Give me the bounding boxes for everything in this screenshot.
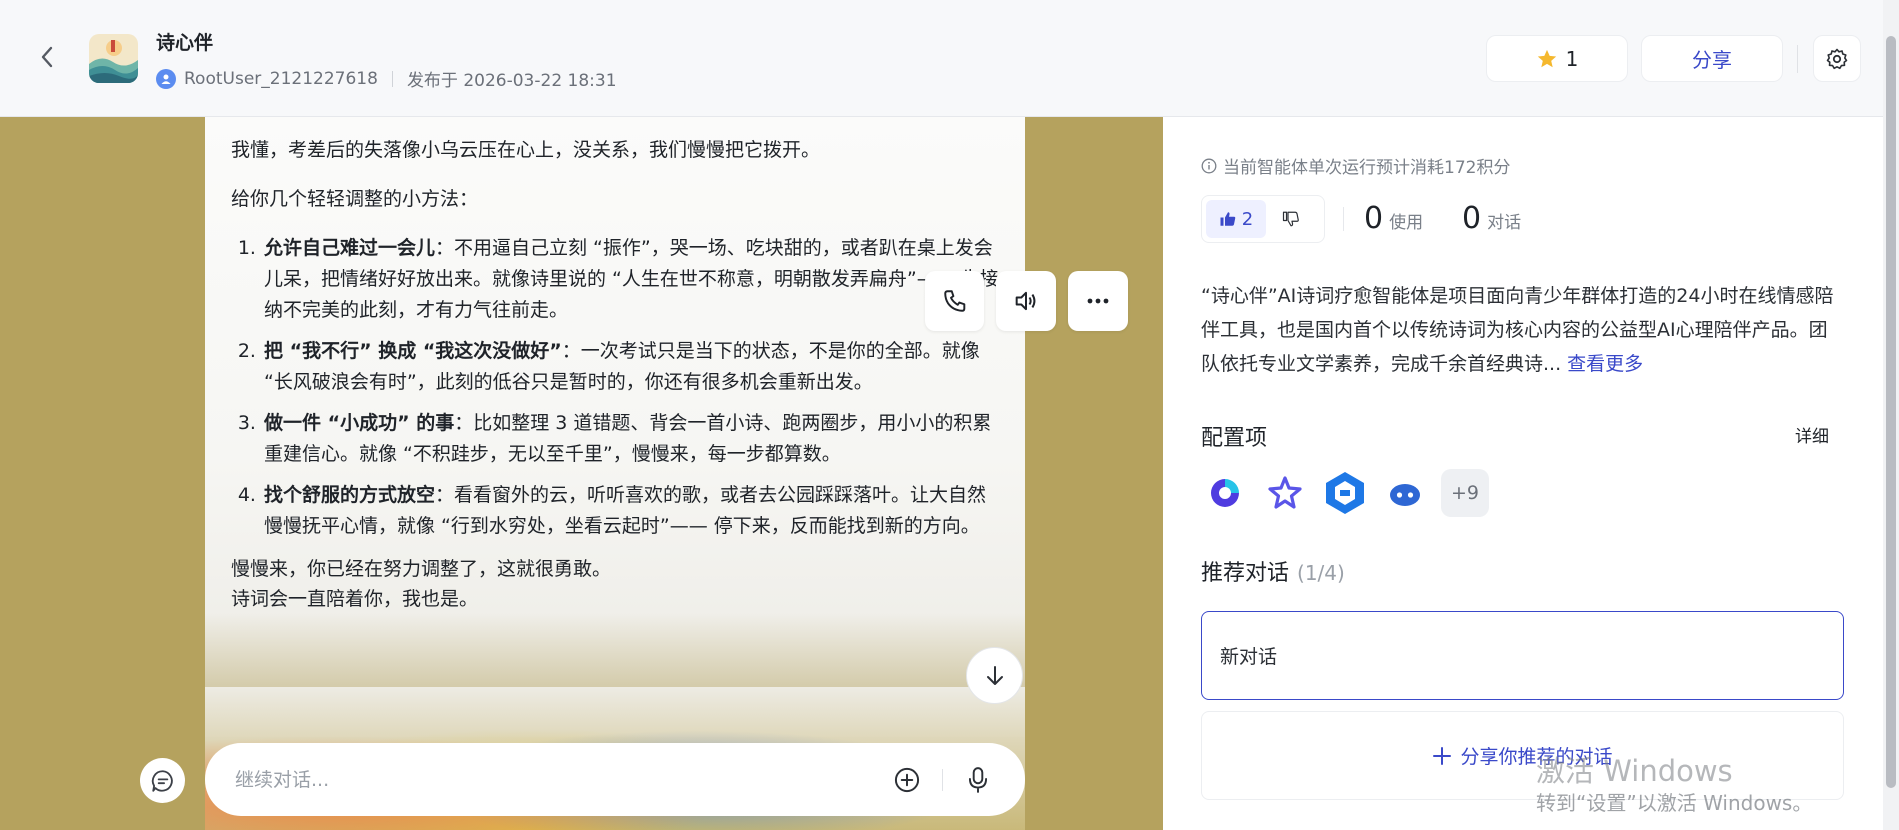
publish-time: 发布于 2026-03-22 18:31 bbox=[406, 71, 617, 91]
see-more-link[interactable]: 查看更多 bbox=[1567, 353, 1643, 375]
back-button[interactable] bbox=[32, 42, 62, 72]
tip-title: 做一件 “小成功” 的事 bbox=[264, 412, 455, 434]
plus-icon bbox=[1433, 746, 1452, 765]
tip-title: 找个舒服的方式放空 bbox=[264, 484, 436, 506]
list-item: 找个舒服的方式放空：看看窗外的云，听听喜欢的歌，或者去公园踩踩落叶。让大自然慢慢… bbox=[262, 480, 1001, 542]
message-closing-2: 诗词会一直陪着你，我也是。 bbox=[231, 588, 479, 610]
add-attachment-button[interactable] bbox=[890, 763, 924, 797]
stats-divider bbox=[1343, 207, 1344, 231]
like-button[interactable]: 2 bbox=[1206, 200, 1266, 238]
arrow-down-icon bbox=[986, 665, 1003, 685]
like-count: 2 bbox=[1241, 208, 1254, 230]
tips-list: 允许自己难过一会儿：不用逼自己立刻 “振作”，哭一场、吃块甜的，或者趴在桌上发会… bbox=[262, 233, 1001, 542]
page-scrollbar[interactable] bbox=[1883, 0, 1899, 830]
cost-note-text: 当前智能体单次运行预计消耗172积分 bbox=[1223, 158, 1511, 178]
app-avatar bbox=[89, 34, 138, 83]
message-intro: 我懂，考差后的失落像小乌云压在心上，没关系，我们慢慢把它拨开。 bbox=[231, 139, 821, 161]
star-button[interactable]: 1 bbox=[1486, 35, 1628, 82]
thumbs-up-icon bbox=[1220, 212, 1236, 226]
uses-count: 0 bbox=[1364, 201, 1384, 236]
description-text: “诗心伴”AI诗词疗愈智能体是项目面向青少年群体打造的24小时在线情感陪伴工具，… bbox=[1201, 285, 1834, 375]
uses-label: 使用 bbox=[1389, 213, 1424, 233]
uses-stat: 0 使用 bbox=[1364, 201, 1423, 236]
chevron-left-icon bbox=[41, 46, 53, 68]
recommended-section-title: 推荐对话 (1/4) bbox=[1201, 555, 1345, 587]
voice-call-button[interactable] bbox=[925, 271, 984, 331]
voice-playback-button[interactable] bbox=[996, 271, 1056, 331]
plugin-model-icon[interactable] bbox=[1201, 469, 1249, 517]
config-section-title: 配置项 bbox=[1201, 426, 1268, 451]
recommended-title: 推荐对话 bbox=[1201, 561, 1290, 586]
message-closing-1: 慢慢来，你已经在努力调整了，这就很勇敢。 bbox=[231, 558, 612, 580]
dislike-button[interactable] bbox=[1266, 200, 1316, 238]
thumbs-down-icon bbox=[1282, 211, 1299, 227]
rating-group: 2 bbox=[1201, 195, 1325, 243]
info-icon bbox=[1201, 158, 1217, 173]
list-item: 允许自己难过一会儿：不用逼自己立刻 “振作”，哭一场、吃块甜的，或者趴在桌上发会… bbox=[262, 233, 1001, 326]
tip-title: 把 “我不行” 换成 “我这次没做好” bbox=[264, 340, 562, 362]
chat-pane: 我懂，考差后的失落像小乌云压在心上，没关系，我们慢慢把它拨开。 给你几个轻轻调整… bbox=[0, 117, 1163, 830]
config-detail-link[interactable]: 详细 bbox=[1795, 422, 1829, 447]
settings-button[interactable] bbox=[1813, 35, 1861, 82]
chat-input[interactable] bbox=[235, 768, 872, 791]
voice-input-button[interactable] bbox=[961, 763, 995, 797]
plugin-cube-icon[interactable] bbox=[1321, 469, 1369, 517]
plus-circle-icon bbox=[894, 767, 920, 792]
phone-icon bbox=[943, 290, 965, 312]
conversations-stat: 0 对话 bbox=[1462, 201, 1521, 236]
plugin-list: +9 bbox=[1201, 469, 1489, 517]
share-button[interactable]: 分享 bbox=[1641, 35, 1783, 82]
top-header: 诗心伴 RootUser_2121227618 发布于 2026-03-22 1… bbox=[0, 0, 1899, 117]
agent-description: “诗心伴”AI诗词疗愈智能体是项目面向青少年群体打造的24小时在线情感陪伴工具，… bbox=[1201, 279, 1846, 381]
activation-watermark-hint: 转到“设置”以激活 Windows。 bbox=[1536, 791, 1813, 815]
new-chat-button[interactable] bbox=[140, 758, 185, 803]
list-item: 把 “我不行” 换成 “我这次没做好”：一次考试只是当下的状态，不是你的全部。就… bbox=[262, 336, 1001, 398]
list-item: 做一件 “小成功” 的事：比如整理 3 道错题、背会一首小诗、跑两圈步，用小小的… bbox=[262, 408, 1001, 470]
scroll-to-bottom-button[interactable] bbox=[966, 647, 1023, 704]
user-icon bbox=[156, 68, 176, 89]
star-icon bbox=[1537, 49, 1556, 67]
scrollbar-thumb[interactable] bbox=[1886, 36, 1896, 788]
app-title: 诗心伴 bbox=[156, 32, 214, 54]
more-options-button[interactable] bbox=[1068, 271, 1128, 331]
conversations-label: 对话 bbox=[1487, 213, 1522, 233]
input-divider bbox=[942, 768, 943, 791]
microphone-icon bbox=[968, 766, 988, 793]
plugin-star-icon[interactable] bbox=[1261, 469, 1309, 517]
speaker-icon bbox=[1015, 291, 1036, 311]
assistant-message: 我懂，考差后的失落像小乌云压在心上，没关系，我们慢慢把它拨开。 给你几个轻轻调整… bbox=[231, 135, 1001, 614]
activation-watermark-title: 激活 Windows bbox=[1536, 754, 1733, 788]
agent-info-panel: 当前智能体单次运行预计消耗172积分 2 0 使用 0 对话 “诗心伴”AI诗词… bbox=[1163, 117, 1883, 830]
more-plugins-badge[interactable]: +9 bbox=[1441, 469, 1489, 517]
chat-input-bar bbox=[205, 743, 1025, 816]
cost-note: 当前智能体单次运行预计消耗172积分 bbox=[1201, 153, 1510, 178]
message-lead: 给你几个轻轻调整的小方法： bbox=[231, 188, 479, 210]
more-icon bbox=[1087, 298, 1109, 304]
header-divider bbox=[1797, 45, 1798, 73]
tip-title: 允许自己难过一会儿 bbox=[264, 237, 436, 259]
new-chat-icon bbox=[151, 769, 173, 792]
recommended-conversation[interactable]: 新对话 bbox=[1201, 611, 1844, 700]
recommended-count: (1/4) bbox=[1297, 561, 1345, 585]
author-name[interactable]: RootUser_2121227618 bbox=[184, 69, 378, 89]
meta-divider bbox=[391, 70, 393, 87]
plugin-bot-icon[interactable] bbox=[1381, 469, 1429, 517]
conversations-count: 0 bbox=[1462, 201, 1482, 236]
gear-icon bbox=[1826, 48, 1848, 69]
star-count: 1 bbox=[1565, 46, 1579, 71]
author-meta: RootUser_2121227618 发布于 2026-03-22 18:31 bbox=[156, 66, 617, 91]
